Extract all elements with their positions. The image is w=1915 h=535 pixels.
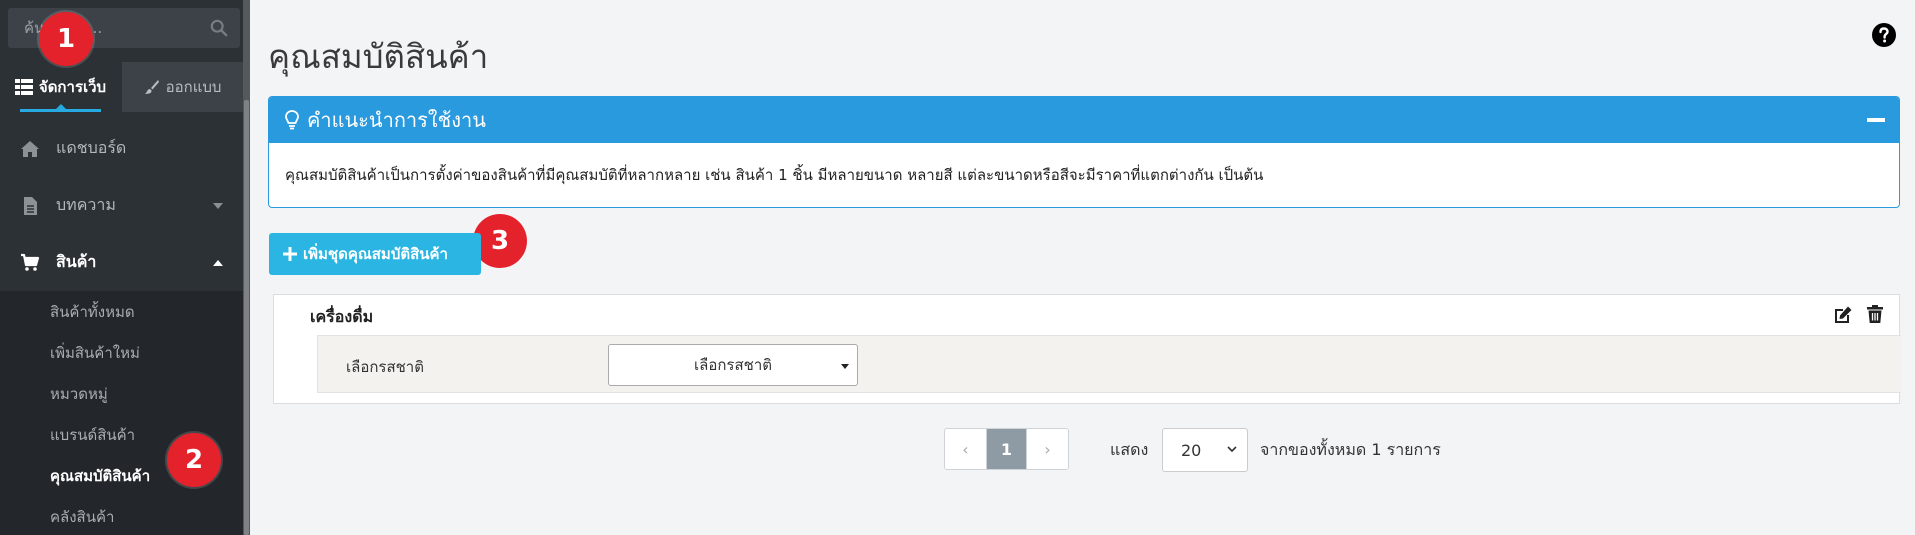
submenu-item-all-products[interactable]: สินค้าทั้งหมด [0,291,243,332]
show-label: แสดง [1110,440,1149,459]
annotation-badge-1: 1 [39,12,93,66]
usage-guide-header[interactable]: คำแนะนำการใช้งาน [269,97,1899,143]
usage-guide-text: คุณสมบัติสินค้าเป็นการตั้งค่าของสินค้าที… [285,166,1264,184]
help-icon[interactable] [1871,22,1897,48]
per-page-select[interactable]: 20 [1162,428,1248,472]
plus-icon [283,247,297,261]
trash-icon[interactable] [1865,304,1885,324]
pagination: ‹ 1 › [944,428,1069,470]
products-submenu: สินค้าทั้งหมด เพิ่มสินค้าใหม่ หมวดหมู่ แ… [0,291,243,535]
sidebar-item-products[interactable]: สินค้า [0,234,243,291]
sidebar-item-products-label: สินค้า [56,252,97,271]
submenu-item-inventory[interactable]: คลังสินค้า [0,496,243,535]
submenu-item-categories[interactable]: หมวดหมู่ [0,373,243,414]
search-icon[interactable] [210,19,228,37]
sidebar-tabs: จัดการเว็บ ออกแบบ [0,62,243,112]
tab-design-label: ออกแบบ [165,78,222,96]
per-page-value: 20 [1181,440,1202,460]
chevron-up-icon [213,260,223,266]
file-icon [24,196,37,215]
attribute-option-select[interactable]: เลือกรสชาติ [608,344,858,386]
home-icon [21,140,39,157]
prev-page-button[interactable]: ‹ [945,429,986,469]
add-attribute-set-button[interactable]: เพิ่มชุดคุณสมบัติสินค้า [269,233,481,275]
page-title: คุณสมบัติสินค้า [268,37,489,76]
lightbulb-icon [285,110,299,130]
cart-icon [21,253,40,271]
tab-manage-website-label: จัดการเว็บ [38,78,107,96]
active-tab-caret [55,104,66,109]
sidebar-item-articles[interactable]: บทความ [0,177,243,234]
annotation-badge-2: 2 [167,433,221,487]
submenu-item-add-product[interactable]: เพิ่มสินค้าใหม่ [0,332,243,373]
total-records-label: จากของทั้งหมด 1 รายการ [1260,440,1441,459]
attribute-set-card: เครื่องดื่ม เลือกรสชาติ เลือกรสชาติ [273,294,1901,404]
attribute-label: เลือกรสชาติ [346,358,424,376]
chevron-down-icon [1227,446,1237,453]
attribute-set-name: เครื่องดื่ม [310,307,374,326]
next-page-button[interactable]: › [1027,429,1068,469]
attribute-row: เลือกรสชาติ เลือกรสชาติ [317,335,1901,393]
page-1-button[interactable]: 1 [986,429,1027,469]
sidebar-scrollbar[interactable] [243,0,250,535]
add-attribute-set-label: เพิ่มชุดคุณสมบัติสินค้า [303,245,448,263]
sidebar-item-dashboard[interactable]: แดชบอร์ด [0,120,243,177]
sidebar-item-articles-label: บทความ [56,195,116,214]
main-content: คุณสมบัติสินค้า คำแนะนำการใช้งาน คุณสมบั… [250,0,1915,535]
tab-manage-website[interactable]: จัดการเว็บ [0,62,121,112]
usage-guide-title: คำแนะนำการใช้งาน [307,108,486,132]
usage-guide-panel: คำแนะนำการใช้งาน คุณสมบัติสินค้าเป็นการต… [268,96,1900,208]
sidebar-item-dashboard-label: แดชบอร์ด [56,138,127,157]
chevron-down-icon [213,203,223,209]
attribute-option-select-value: เลือกรสชาติ [694,356,772,374]
table-icon [14,79,33,95]
scrollbar-thumb[interactable] [244,100,249,535]
collapse-icon[interactable] [1867,118,1885,122]
edit-icon[interactable] [1833,305,1853,325]
brush-icon [144,80,159,94]
dropdown-caret-icon [841,364,849,369]
tab-design[interactable]: ออกแบบ [121,62,243,112]
